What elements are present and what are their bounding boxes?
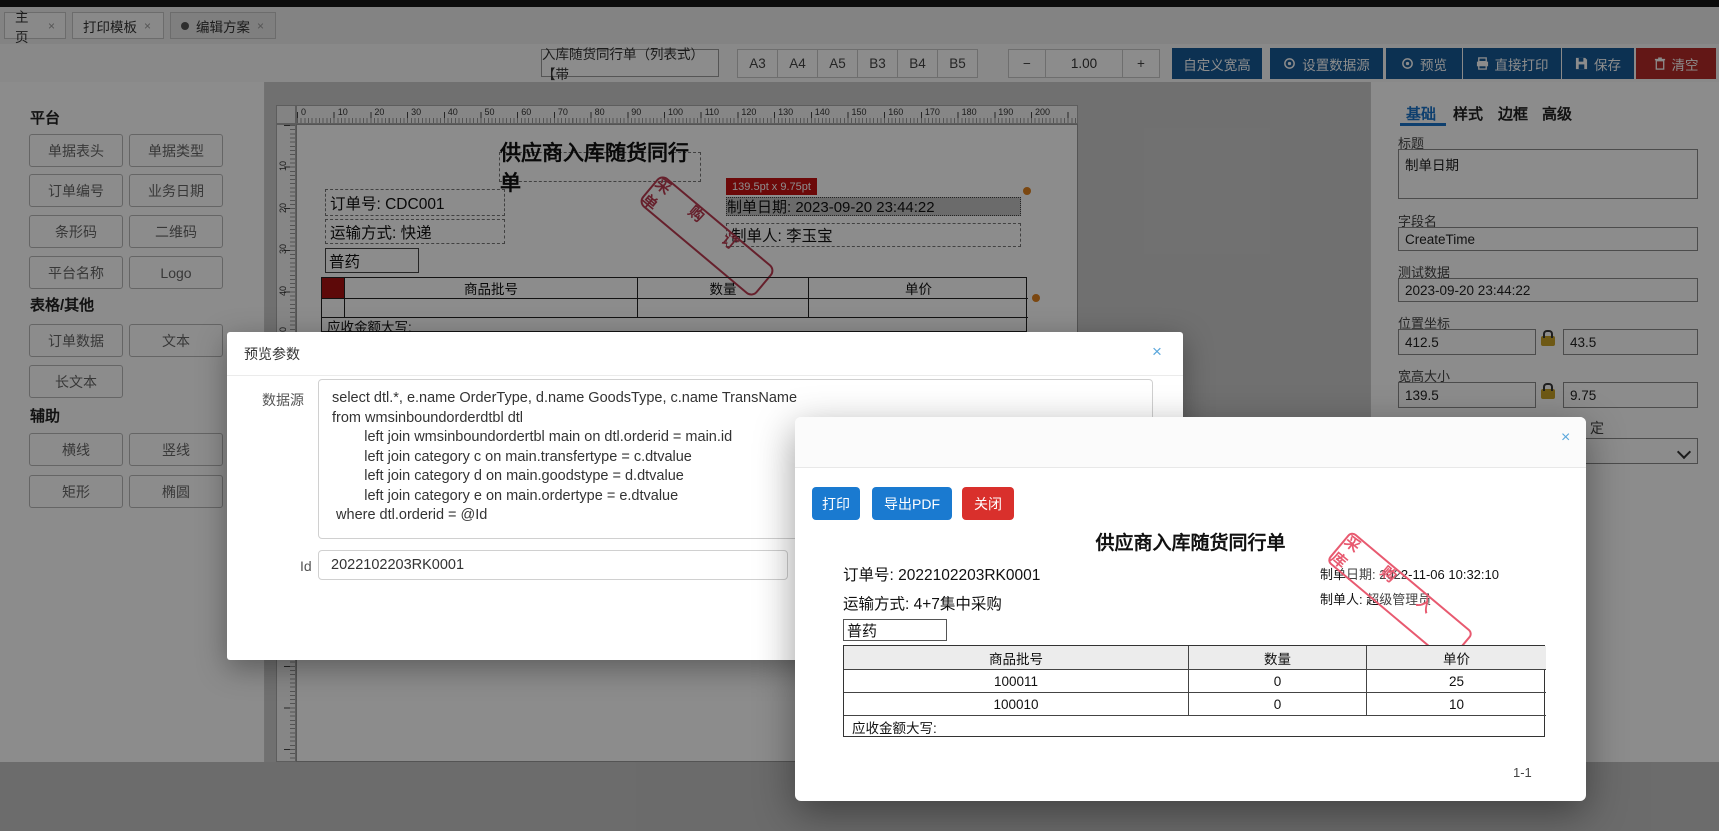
print-button[interactable]: 打印	[812, 487, 860, 520]
doc-table-footer: 应收金额大写:	[844, 715, 1546, 738]
doc-table-cell: 0	[1188, 669, 1366, 692]
doc-table-header: 数量	[1188, 646, 1366, 669]
doc-table-header: 单价	[1366, 646, 1546, 669]
doc-title: 供应商入库随货同行单	[1095, 533, 1286, 554]
doc-table-cell: 0	[1188, 692, 1366, 715]
doc-order-no: 订单号: 2022102203RK0001	[843, 567, 1041, 584]
doc-transport: 运输方式: 4+7集中采购	[843, 596, 1002, 613]
close-button[interactable]: 关闭	[962, 487, 1014, 520]
print-preview-modal: × 打印 导出PDF 关闭 供应商入库随货同行单 订单号: 2022102203…	[795, 417, 1586, 801]
divider	[227, 375, 1183, 376]
doc-table-cell: 25	[1366, 669, 1546, 692]
doc-table-cell: 100011	[844, 669, 1188, 692]
app-root: 主页 × 打印模板 × 编辑方案 × 入库随货同行单（列表式）【带 A3 A4 …	[0, 0, 1719, 831]
export-pdf-button[interactable]: 导出PDF	[872, 487, 952, 520]
page-indicator: 1-1	[1513, 765, 1532, 780]
doc-table-header: 商品批号	[844, 646, 1188, 669]
id-label: Id	[300, 558, 312, 574]
doc-table-cell: 100010	[844, 692, 1188, 715]
modal-title: 预览参数	[244, 346, 300, 362]
close-icon[interactable]: ×	[1152, 343, 1162, 360]
doc-drugtype-box: 普药	[843, 619, 947, 641]
datasource-label: 数据源	[262, 392, 304, 408]
doc-table-cell: 10	[1366, 692, 1546, 715]
id-input[interactable]: 2022102203RK0001	[318, 550, 788, 580]
close-icon[interactable]: ×	[1561, 430, 1570, 446]
modal-header	[795, 417, 1586, 468]
doc-table: 商品批号 数量 单价 100011 0 25 100010 0 10 应收金额大…	[843, 645, 1546, 738]
